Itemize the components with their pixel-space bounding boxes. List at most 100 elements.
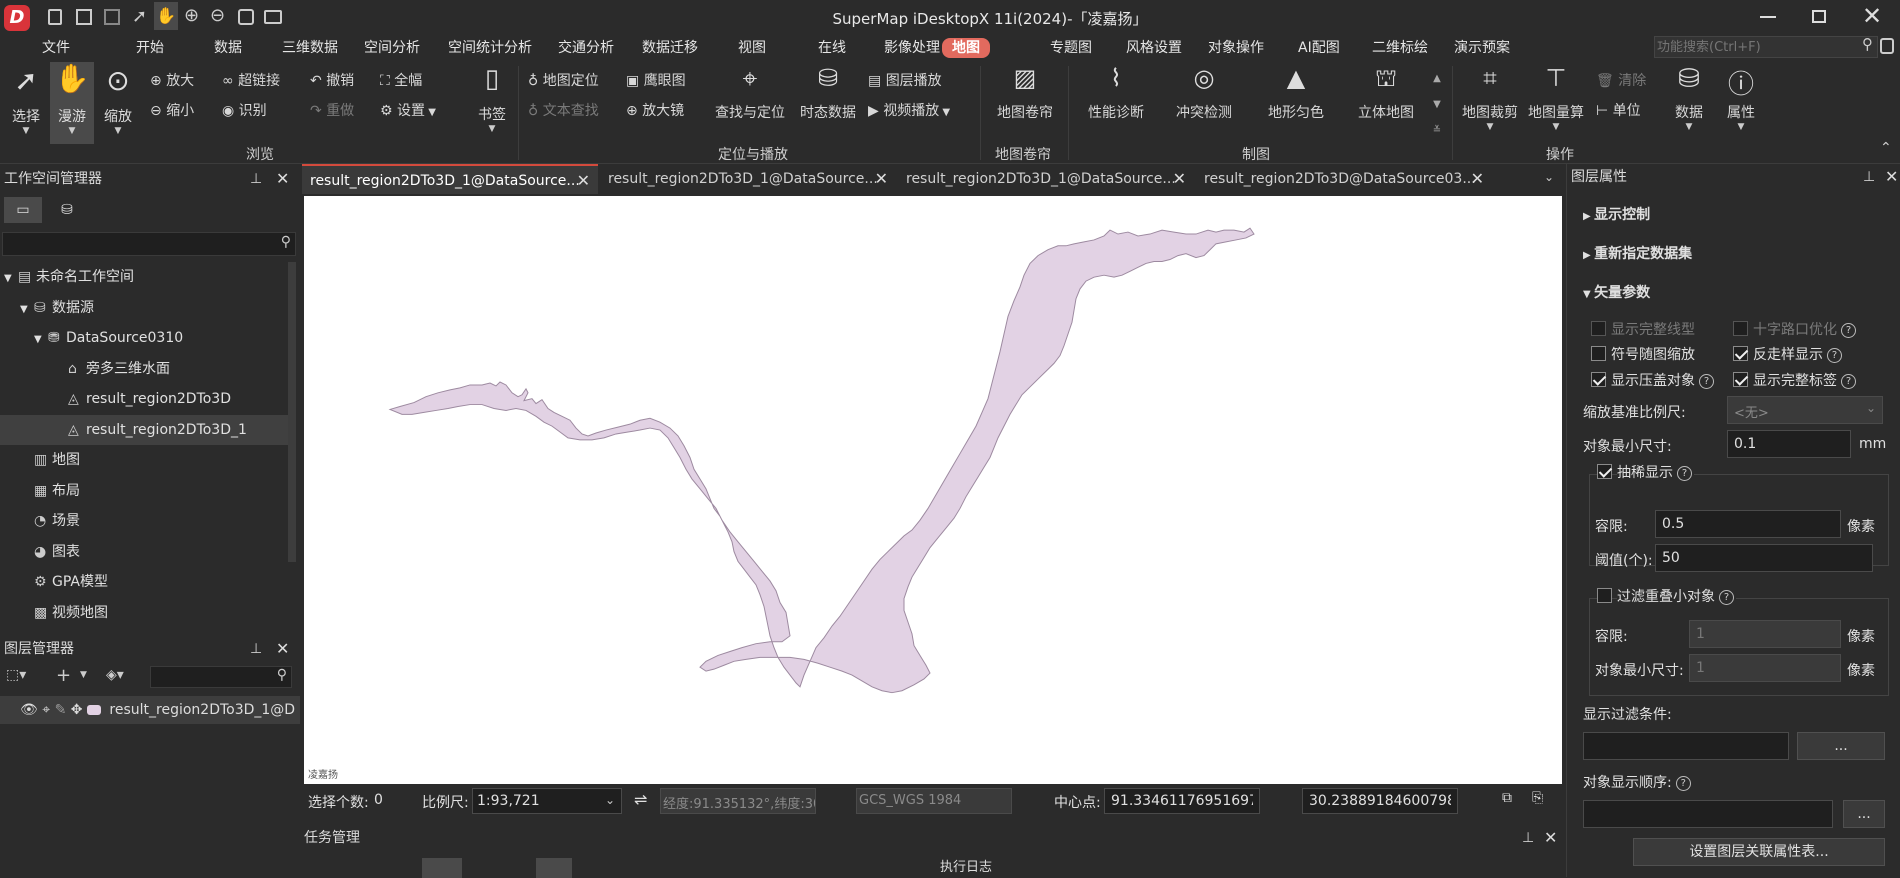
restore-icon[interactable] (1812, 10, 1826, 23)
task-tool-b[interactable] (536, 858, 572, 878)
paste-icon[interactable]: ⎘ (1532, 790, 1543, 806)
workspace-search-box[interactable]: ⚲ (2, 232, 296, 256)
data-tool[interactable]: ⛁ 数据 ▼ (1666, 64, 1712, 144)
quick-saveas-icon[interactable] (104, 9, 120, 25)
gallery-scroll[interactable]: ▲ ▼ ≚ (1430, 66, 1444, 148)
add-layer-icon[interactable]: + (56, 665, 71, 686)
menu-10[interactable]: 影像处理 (884, 38, 940, 58)
symbol-scale-checkbox[interactable] (1591, 346, 1606, 361)
map-canvas[interactable] (304, 196, 1562, 784)
copy-icon[interactable]: ⧉ (1502, 790, 1512, 806)
task-tool-a[interactable] (422, 858, 462, 878)
menu-16[interactable]: 二维标绘 (1372, 38, 1428, 58)
tree-item[interactable]: ◬ result_region2DTo3D (0, 384, 288, 414)
set-assoc-table-button[interactable]: 设置图层关联属性表... (1633, 838, 1885, 866)
display-order-input[interactable] (1583, 800, 1833, 828)
editable-pencil-icon[interactable]: ✎ (55, 702, 67, 718)
find-locate-tool[interactable]: ⌖ 查找与定位 (714, 64, 786, 144)
scale-select[interactable]: 1:93,721 ⌄ (472, 788, 622, 814)
min-size-input[interactable] (1727, 430, 1851, 458)
full-extent-button[interactable]: ⛶ 全幅 (380, 70, 422, 90)
filter-overlap-checkbox[interactable] (1597, 588, 1612, 603)
feature-search[interactable]: ⚲ (1654, 35, 1878, 58)
menu-17[interactable]: 演示预案 (1454, 38, 1510, 58)
help-icon[interactable]: ? (1841, 373, 1856, 389)
map-tab[interactable]: result_region2DTo3D@DataSource03... ✕ (1196, 164, 1492, 194)
quick-fullextent-icon[interactable] (238, 9, 254, 25)
search-icon[interactable]: ⚲ (281, 234, 291, 250)
swap-icon[interactable]: ⇌ (634, 790, 647, 809)
threshold-input[interactable] (1655, 544, 1873, 572)
pin-icon[interactable]: ⊥ (250, 166, 262, 192)
search-icon[interactable]: ⚲ (277, 667, 287, 683)
hyperlink-button[interactable]: ∞ 超链接 (222, 70, 280, 90)
quick-pan-icon[interactable]: ✋ (154, 2, 178, 30)
layer-play-button[interactable]: ▤ 图层播放 (868, 70, 942, 90)
quick-select-icon[interactable]: ➚ (132, 6, 147, 27)
search-icon[interactable]: ⚲ (1862, 35, 1873, 53)
quick-save-icon[interactable] (76, 9, 92, 25)
layer-search-box[interactable]: ⚲ (150, 666, 292, 688)
magnifier-button[interactable]: ⊕ 放大镜 (626, 100, 684, 120)
selectable-icon[interactable]: ⌖ (42, 702, 50, 718)
map-clip-tool[interactable]: ⌗ 地图裁剪 ▼ (1460, 64, 1520, 144)
menu-14[interactable]: 对象操作 (1208, 38, 1264, 58)
full-label-checkbox[interactable] (1733, 372, 1748, 387)
tree-item[interactable]: ⌂ 旁多三维水面 (0, 354, 288, 384)
scene-view-tab[interactable]: ⛁ (52, 197, 82, 223)
full-line-checkbox[interactable] (1591, 321, 1606, 336)
help-icon[interactable]: ? (1827, 347, 1842, 363)
map-view[interactable]: 凌嘉扬 (304, 196, 1562, 784)
settings-button[interactable]: ⚙ 设置 ▼ (380, 100, 436, 120)
close-icon[interactable]: ✕ (1862, 2, 1882, 30)
tolerance-input[interactable] (1655, 510, 1841, 538)
select-tool[interactable]: ➚ 选择 ▼ (6, 64, 46, 144)
section-reassign-dataset[interactable]: ▶ 重新指定数据集 (1583, 243, 1692, 263)
quick-zoomout-icon[interactable]: ⊖ (210, 5, 225, 26)
tree-item[interactable]: ▦ 布局 (0, 476, 288, 506)
menu-1[interactable]: 开始 (136, 38, 164, 58)
filter-cond-input[interactable] (1583, 732, 1789, 760)
close-tab-icon[interactable]: ✕ (875, 164, 888, 194)
pin-icon[interactable]: ⊥ (250, 636, 262, 662)
menu-11[interactable]: 地图 (942, 38, 990, 58)
close-panel-icon[interactable]: ✕ (276, 636, 289, 662)
pin-ribbon-icon[interactable] (1880, 38, 1894, 54)
map-measure-tool[interactable]: ⊤ 地图量算 ▼ (1526, 64, 1586, 144)
chevron-down-icon[interactable]: ▼ (80, 670, 87, 680)
map-swipe-tool[interactable]: ▨ 地图卷帘 (990, 64, 1060, 144)
section-display-control[interactable]: ▶ 显示控制 (1583, 204, 1650, 224)
tree-expander-icon[interactable]: ▼ (34, 325, 48, 355)
eagle-eye-button[interactable]: ▣ 鹰眼图 (626, 70, 686, 90)
menu-12[interactable]: 专题图 (1050, 38, 1092, 58)
map-locate-button[interactable]: ♁ 地图定位 (528, 70, 599, 90)
close-tab-icon[interactable]: ✕ (1173, 164, 1186, 194)
clear-button[interactable]: 🗑 清除 (1596, 70, 1646, 90)
tree-item[interactable]: ⚙ GPA模型 (0, 567, 288, 597)
display-order-button[interactable]: ... (1843, 800, 1885, 828)
center-x-input[interactable] (1104, 788, 1260, 814)
feature-search-input[interactable] (1655, 37, 1845, 57)
tree-item[interactable]: ▼ ⛁ 数据源 (0, 293, 288, 323)
layer-stack-icon[interactable]: ◈▾ (106, 667, 124, 683)
map-tab[interactable]: result_region2DTo3D_1@DataSource... ✕ (600, 164, 896, 194)
menu-7[interactable]: 数据迁移 (642, 38, 698, 58)
temporal-data-tool[interactable]: ⛁ 时态数据 (796, 64, 860, 144)
tree-item[interactable]: ▥ 地图 (0, 445, 288, 475)
antialias-checkbox[interactable] (1733, 346, 1748, 361)
region-polygon[interactable] (388, 227, 1255, 694)
close-tab-icon[interactable]: ✕ (577, 166, 590, 196)
quick-new-icon[interactable] (48, 9, 62, 25)
minimize-icon[interactable] (1760, 16, 1776, 18)
menu-6[interactable]: 交通分析 (558, 38, 614, 58)
menu-8[interactable]: 视图 (738, 38, 766, 58)
video-play-button[interactable]: ▶ 视频播放 ▼ (868, 100, 950, 120)
visibility-eye-icon[interactable]: 👁 (20, 702, 38, 718)
scale-base-select[interactable]: <无> ⌄ (1727, 396, 1883, 424)
undo-button[interactable]: ↶ 撤销 (310, 70, 354, 90)
tolerance2-input[interactable] (1689, 620, 1841, 648)
pan-tool[interactable]: ✋ 漫游 ▼ (50, 62, 94, 144)
zoom-in-button[interactable]: ⊕ 放大 (150, 70, 194, 90)
menu-9[interactable]: 在线 (818, 38, 846, 58)
quick-open-icon[interactable] (264, 10, 282, 24)
